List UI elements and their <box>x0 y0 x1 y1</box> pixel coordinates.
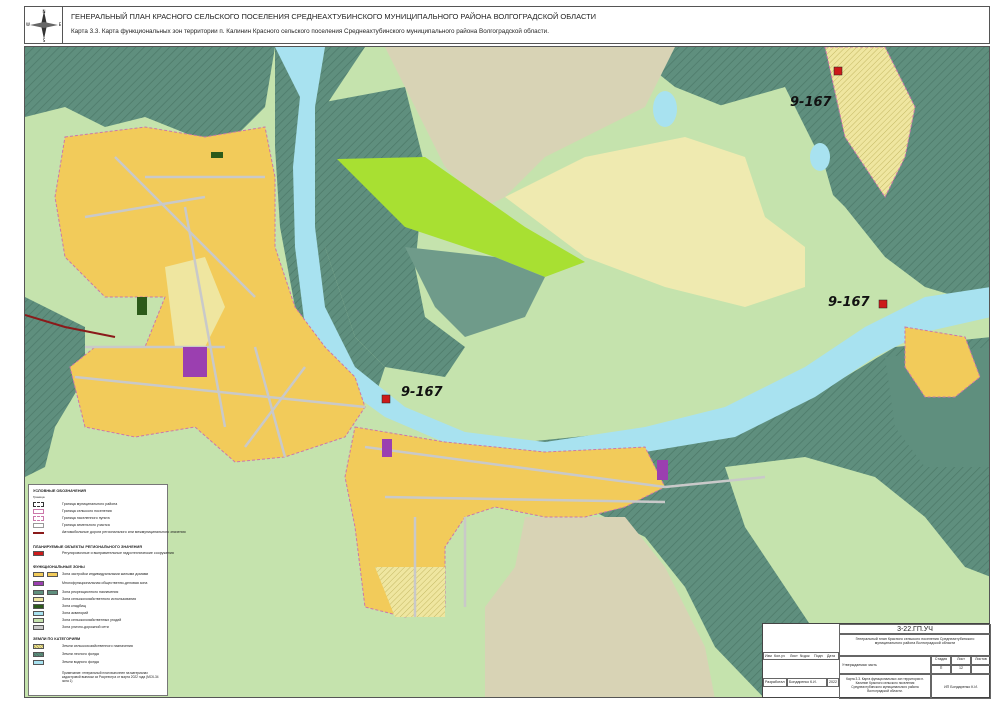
public-zone-se <box>657 460 668 480</box>
map-subtitle: Карта 3.3. Карта функциональных зон терр… <box>71 28 549 35</box>
legend-row: Зона улично-дорожной сети <box>33 625 165 632</box>
stamp-cols: Изм Кол.уч Лист №док Подп Дата <box>763 652 839 660</box>
legend-row: Граница муниципального района <box>33 502 165 509</box>
developer-name: Бондаренко К.И. <box>787 678 827 687</box>
legend-row: Граница сельского поселения <box>33 509 165 516</box>
legend-row: Зона рекреационного назначения <box>33 590 165 597</box>
project-name: Генеральный план Красного сельского посе… <box>839 634 991 656</box>
compass-n: N <box>43 9 46 14</box>
hydro-structure-1 <box>381 394 391 404</box>
legend-sub: Граница <box>33 495 45 499</box>
compass-e: E <box>59 22 62 27</box>
legend-row: Регулировочные и выправительные гидротех… <box>33 551 174 558</box>
compass-w: W <box>26 22 30 27</box>
road-label-e: 9-167 <box>828 295 870 310</box>
legend-row: Автомобильные дороги регионального или м… <box>33 530 186 537</box>
public-zone-nw <box>183 347 207 377</box>
hydro-structure-3 <box>833 66 843 76</box>
legend-title: УСЛОВНЫЕ ОБОЗНАЧЕНИЯ <box>33 489 87 493</box>
road-label-center: 9-167 <box>401 385 443 400</box>
public-zone-s <box>382 439 392 457</box>
legend-categories-title: ЗЕМЛИ ПО КАТЕГОРИЯМ <box>33 637 81 641</box>
cemetery-2 <box>211 152 223 158</box>
legend-row: Зона сельскохозяйственного использования <box>33 597 165 604</box>
legend-row: Зона застройки индивидуальными жилыми до… <box>33 572 165 579</box>
legend-row: Зона акваторий <box>33 611 165 618</box>
legend-row: Зона сельскохозяйственных угодий <box>33 618 165 625</box>
legend-zones-title: ФУНКЦИОНАЛЬНЫЕ ЗОНЫ <box>33 565 85 569</box>
stamp-year: 2022 <box>827 678 839 687</box>
title-block: 3-22.ГП.УЧ Генеральный план Красного сел… <box>762 623 991 699</box>
stamp-part: Утверждаемая часть <box>839 656 931 674</box>
legend-row: Многофункциональная общественно-деловая … <box>33 581 165 588</box>
legend-row: Зона кладбищ <box>33 604 165 611</box>
compass-s: S <box>43 38 46 43</box>
legend-row: Граница земельного участка <box>33 523 165 530</box>
map-svg <box>25 47 989 697</box>
map-legend: УСЛОВНЫЕ ОБОЗНАЧЕНИЯ Граница Граница мун… <box>28 484 186 696</box>
map-canvas[interactable]: 9-167 9-167 9-167 <box>24 46 990 698</box>
organization: ИП Бондаренко К.И. <box>931 674 991 699</box>
legend-note: Примечание: генеральный план выполнен на… <box>62 671 159 683</box>
legend-row: Граница населенного пункта <box>33 516 165 523</box>
lake-n <box>653 91 677 127</box>
lake-ne <box>810 143 830 171</box>
legend-planned-title: ПЛАНИРУЕМЫЕ ОБЪЕКТЫ РЕГИОНАЛЬНОГО ЗНАЧЕН… <box>33 545 142 549</box>
hydro-structure-2 <box>878 299 888 309</box>
map-title: ГЕНЕРАЛЬНЫЙ ПЛАН КРАСНОГО СЕЛЬСКОГО ПОСЕ… <box>71 12 597 21</box>
sheet-title: Карта 3.3. Карта функциональных зон терр… <box>839 674 931 699</box>
map-header: N S E W ГЕНЕРАЛЬНЫЙ ПЛАН КРАСНОГО СЕЛЬСК… <box>24 6 990 44</box>
legend-row: Земли лесного фонда <box>33 652 165 659</box>
road-label-ne: 9-167 <box>790 95 832 110</box>
cemetery <box>137 297 147 315</box>
developer-label: Разработал <box>763 678 787 687</box>
drawing-code: 3-22.ГП.УЧ <box>839 624 991 634</box>
legend-row: Земли водного фонда <box>33 660 165 667</box>
compass-rose: N S E W <box>25 7 63 43</box>
legend-row: Земли сельскохозяйственного назначения <box>33 644 165 651</box>
